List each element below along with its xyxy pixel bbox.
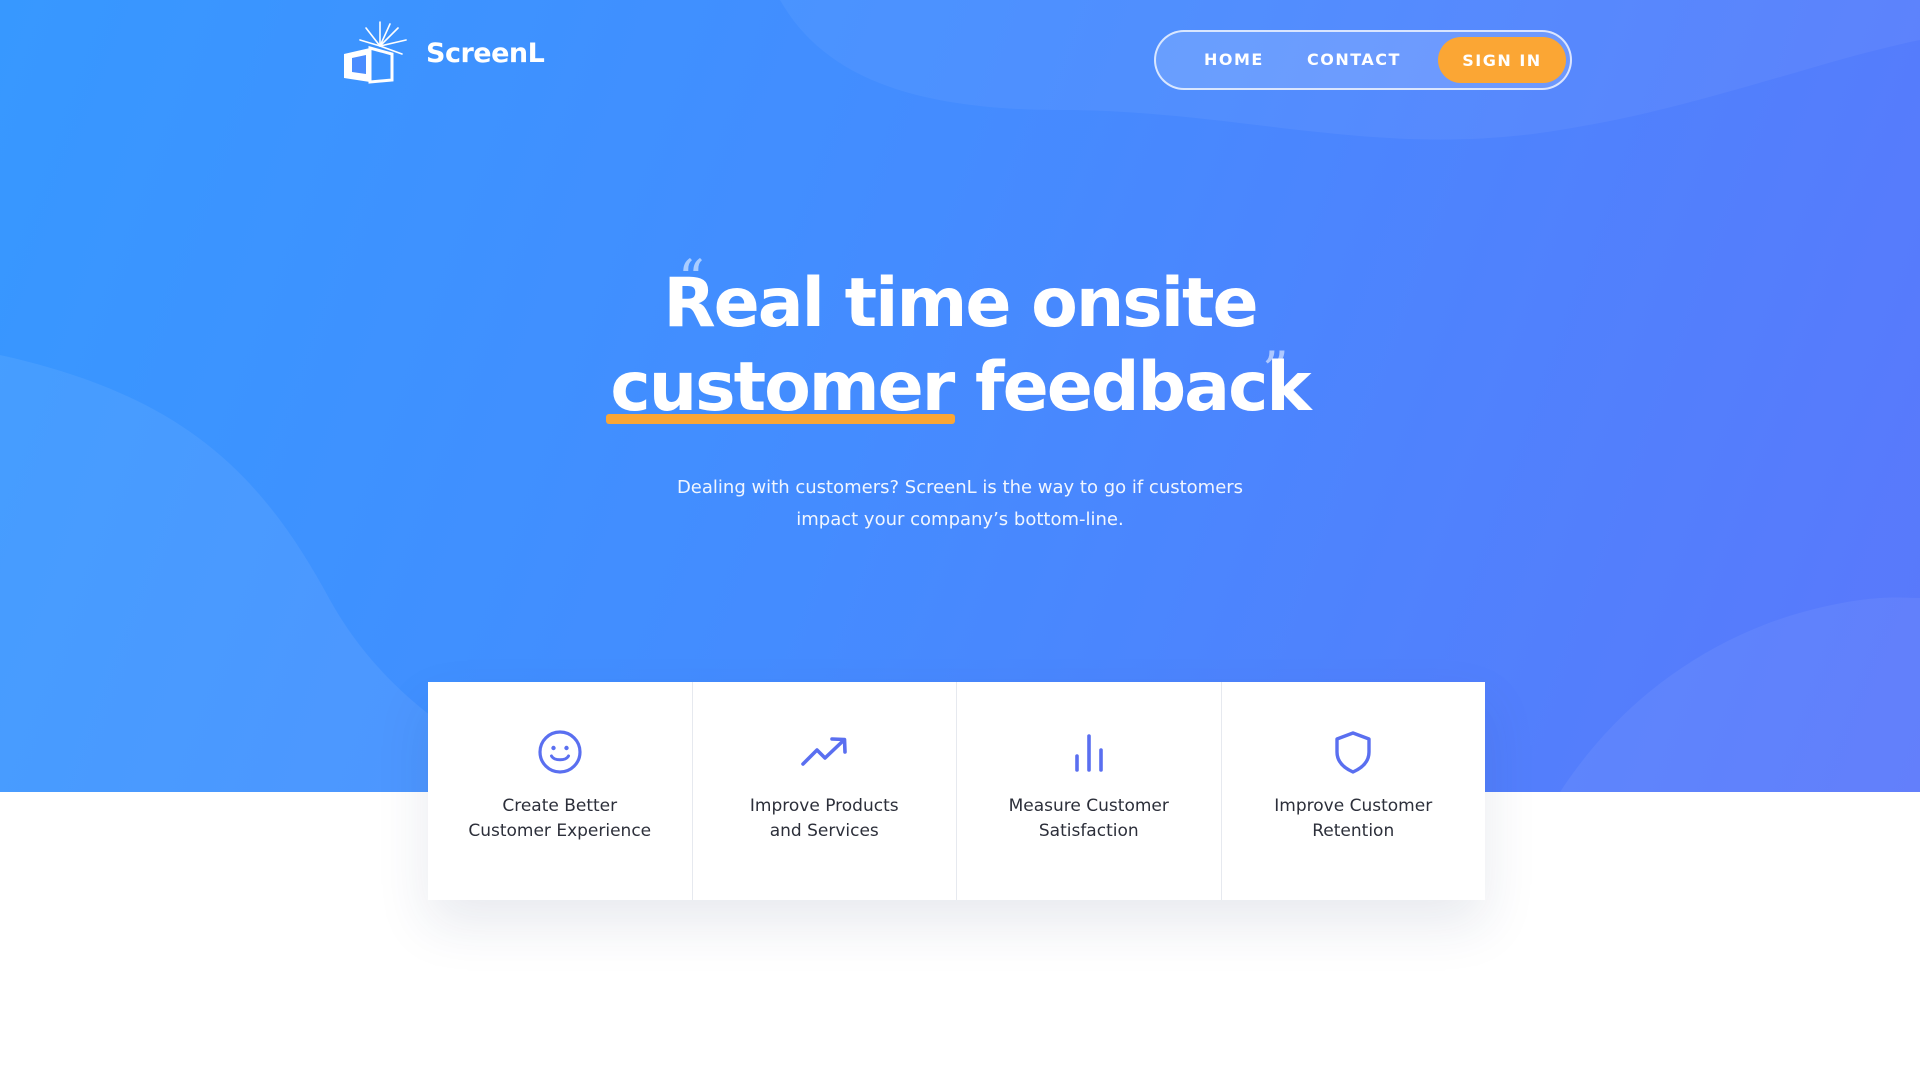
feature-customer-retention[interactable]: Improve Customer Retention [1222,682,1486,900]
hero-section: ScreenL HOME CONTACT SIGN IN “ ” Real ti… [0,0,1920,792]
hero-headline: Real time onsite customer feedback [560,262,1360,430]
feature-label-line-2: and Services [769,821,879,841]
box-burst-icon [344,21,407,84]
feature-label-line-1: Measure Customer [1008,796,1169,816]
bar-chart-icon [1074,734,1103,772]
feature-label-line-1: Improve Customer [1274,796,1433,816]
feature-label: Improve Products and Services [714,794,934,844]
smile-icon [538,730,582,774]
subtitle-line-2: impact your company’s bottom-line. [796,509,1124,530]
trending-up-icon [801,737,848,766]
main-nav: HOME CONTACT SIGN IN [1154,30,1572,90]
feature-products-services[interactable]: Improve Products and Services [693,682,957,900]
headline-line-1: Real time onsite [663,264,1258,343]
headline-rest: feedback [953,348,1312,427]
nav-home-link[interactable]: HOME [1204,32,1264,88]
feature-label-line-2: Retention [1312,821,1395,841]
feature-label-line-2: Satisfaction [1038,821,1139,841]
feature-label-line-2: Customer Experience [468,821,652,841]
nav-contact-link[interactable]: CONTACT [1307,32,1401,88]
feature-label: Create Better Customer Experience [450,794,670,844]
feature-customer-experience[interactable]: Create Better Customer Experience [428,682,693,900]
feature-label: Improve Customer Retention [1243,794,1463,844]
shield-icon [1335,731,1371,774]
feature-label: Measure Customer Satisfaction [979,794,1199,844]
sign-in-button[interactable]: SIGN IN [1438,37,1566,83]
subtitle-line-1: Dealing with customers? ScreenL is the w… [676,477,1244,498]
feature-label-line-1: Create Better [502,796,618,816]
features-card: Create Better Customer Experience Improv… [428,682,1485,900]
headline-line-2: customer feedback [560,346,1360,430]
headline-highlight-word: customer [606,346,955,430]
brand-logo[interactable]: ScreenL [340,18,545,88]
hero-subtitle: Dealing with customers? ScreenL is the w… [660,472,1260,536]
brand-name: ScreenL [426,37,545,69]
feature-label-line-1: Improve Products [749,796,899,816]
feature-measure-satisfaction[interactable]: Measure Customer Satisfaction [957,682,1222,900]
